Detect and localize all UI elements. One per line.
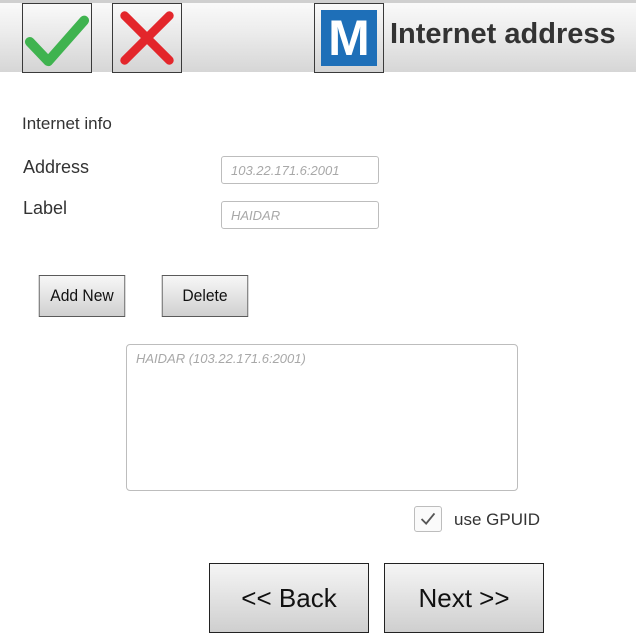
back-button[interactable]: << Back <box>209 563 369 633</box>
page-title: Internet address <box>390 18 616 50</box>
checkmark-icon <box>24 15 90 67</box>
address-list[interactable]: HAIDAR (103.22.171.6:2001) <box>126 344 518 491</box>
use-gpuid-checkbox[interactable] <box>414 506 442 532</box>
address-placeholder: 103.22.171.6:2001 <box>231 162 340 178</box>
add-new-button[interactable]: Add New <box>38 275 126 317</box>
section-title: Internet info <box>22 114 112 133</box>
delete-button[interactable]: Delete <box>161 275 249 317</box>
use-gpuid-label: use GPUID <box>454 510 540 529</box>
logo-letter: M <box>328 10 370 66</box>
m-logo-icon: M <box>321 10 377 66</box>
address-label: Address <box>23 157 90 177</box>
label-field[interactable]: HAIDAR <box>221 201 379 229</box>
accept-button[interactable] <box>22 3 92 73</box>
address-field[interactable]: 103.22.171.6:2001 <box>221 156 379 184</box>
cross-icon <box>120 11 174 65</box>
next-button[interactable]: Next >> <box>384 563 544 633</box>
logo-button: M <box>314 3 384 73</box>
label-placeholder: HAIDAR <box>231 207 281 223</box>
list-item[interactable]: HAIDAR (103.22.171.6:2001) <box>136 351 306 366</box>
cancel-button[interactable] <box>112 3 182 73</box>
label-label: Label <box>23 198 68 218</box>
check-small-icon <box>420 512 436 525</box>
